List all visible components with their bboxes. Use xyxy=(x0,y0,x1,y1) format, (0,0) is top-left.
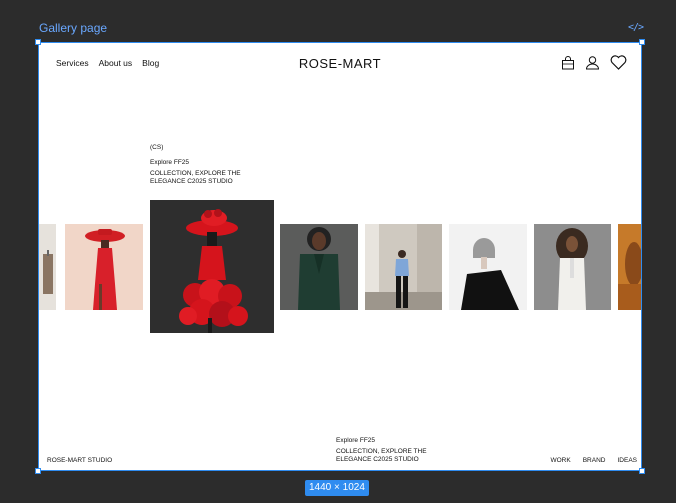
green-suit-photo[interactable] xyxy=(280,224,358,310)
footer-studio: ROSE-MART STUDIO xyxy=(47,457,113,464)
red-hat-dress-photo[interactable] xyxy=(65,224,143,310)
user-icon[interactable] xyxy=(585,55,600,70)
gallery-frame[interactable]: Services About us Blog ROSE-MART (CS) Ex… xyxy=(38,42,642,471)
resize-handle-top-right[interactable] xyxy=(639,39,645,45)
resize-handle-bottom-left[interactable] xyxy=(35,468,41,474)
nav-icons xyxy=(561,55,627,70)
resize-handle-bottom-right[interactable] xyxy=(639,468,645,474)
orange-portrait-photo[interactable] xyxy=(618,224,641,310)
footer-link-work[interactable]: WORK xyxy=(550,457,570,464)
resize-handle-top-left[interactable] xyxy=(35,39,41,45)
footer-link-ideas[interactable]: IDEAS xyxy=(617,457,637,464)
code-icon[interactable]: </> xyxy=(628,22,644,33)
feature-caption: COLLECTION, EXPLORE THE ELEGANCE c2025 S… xyxy=(150,170,241,185)
footer-title: Explore FF25 xyxy=(336,437,376,444)
brand-logo[interactable]: ROSE-MART xyxy=(39,56,641,71)
feature-tag: (CS) xyxy=(150,144,164,151)
frame-label[interactable]: Gallery page xyxy=(39,21,107,35)
heart-icon[interactable] xyxy=(610,55,627,70)
red-rose-gown-photo[interactable] xyxy=(150,200,274,333)
bag-icon[interactable] xyxy=(561,55,575,70)
black-dress-bob-photo[interactable] xyxy=(449,224,527,310)
blue-shirt-photo[interactable] xyxy=(365,224,442,310)
footer-caption: COLLECTION, EXPLORE THE ELEGANCE c2025 S… xyxy=(336,448,427,463)
footer-link-brand[interactable]: BRAND xyxy=(583,457,606,464)
white-outfit-photo[interactable] xyxy=(534,224,611,310)
footer-links: WORK BRAND IDEAS xyxy=(550,457,637,464)
rack-photo[interactable] xyxy=(39,224,56,310)
feature-title: Explore FF25 xyxy=(150,159,190,166)
frame-dimensions-badge: 1440 × 1024 xyxy=(305,480,369,496)
